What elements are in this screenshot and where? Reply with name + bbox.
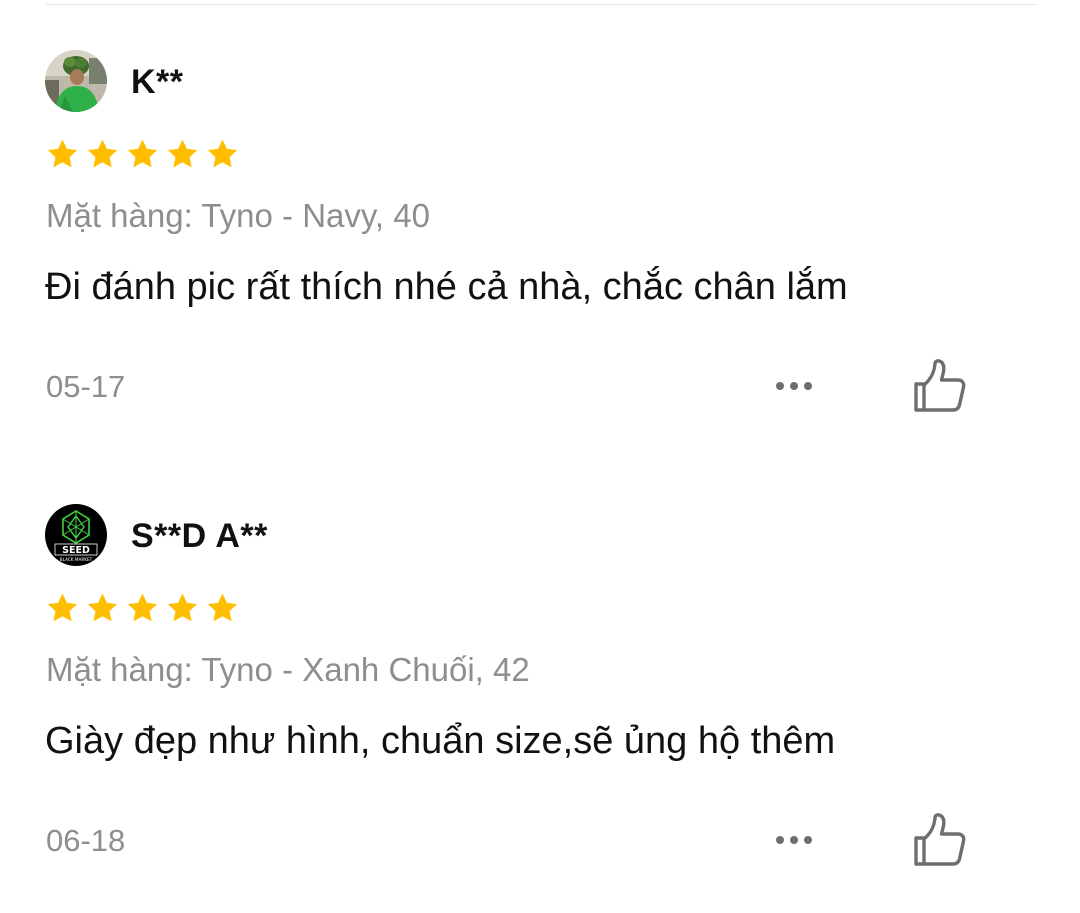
seed-logo-subtext: BLACK MARKET bbox=[60, 557, 93, 562]
star-icon bbox=[205, 137, 240, 171]
review-item: K** Mặt hàng: Tyno - Navy, 40 Đi đánh pi… bbox=[0, 0, 1080, 420]
review-item: SEED BLACK MARKET S**D A** Mặt hàng: Tyn… bbox=[0, 454, 1080, 874]
review-comment: Đi đánh pic rất thích nhé cả nhà, chắc c… bbox=[45, 266, 848, 308]
seed-logo-text: SEED bbox=[62, 545, 90, 556]
star-icon bbox=[85, 137, 120, 171]
star-icon bbox=[125, 137, 160, 171]
star-icon bbox=[165, 591, 200, 625]
star-icon bbox=[125, 591, 160, 625]
like-button[interactable] bbox=[910, 358, 970, 416]
reviewer-avatar[interactable] bbox=[45, 50, 107, 112]
thumbs-up-icon bbox=[914, 813, 966, 866]
reviewer-name: S**D A** bbox=[131, 517, 268, 555]
seed-logo-avatar: SEED BLACK MARKET bbox=[45, 504, 107, 566]
more-icon bbox=[776, 836, 784, 844]
more-options-button[interactable] bbox=[768, 826, 820, 854]
avatar-photo bbox=[45, 50, 107, 112]
thumbs-up-icon bbox=[914, 359, 966, 412]
reviewer-name: K** bbox=[131, 63, 184, 101]
rating-stars bbox=[45, 591, 240, 625]
star-icon bbox=[45, 591, 80, 625]
star-icon bbox=[205, 591, 240, 625]
more-icon bbox=[776, 382, 784, 390]
review-date: 06-18 bbox=[46, 823, 126, 858]
review-date: 05-17 bbox=[46, 369, 126, 404]
star-icon bbox=[85, 591, 120, 625]
more-options-button[interactable] bbox=[768, 372, 820, 400]
review-list: K** Mặt hàng: Tyno - Navy, 40 Đi đánh pi… bbox=[0, 0, 1080, 913]
purchased-variant: Mặt hàng: Tyno - Navy, 40 bbox=[46, 197, 430, 234]
purchased-variant: Mặt hàng: Tyno - Xanh Chuối, 42 bbox=[46, 651, 530, 688]
like-button[interactable] bbox=[910, 812, 970, 870]
review-comment: Giày đẹp như hình, chuẩn size,sẽ ủng hộ … bbox=[45, 720, 836, 762]
rating-stars bbox=[45, 137, 240, 171]
reviewer-avatar[interactable]: SEED BLACK MARKET bbox=[45, 504, 107, 566]
star-icon bbox=[45, 137, 80, 171]
star-icon bbox=[165, 137, 200, 171]
